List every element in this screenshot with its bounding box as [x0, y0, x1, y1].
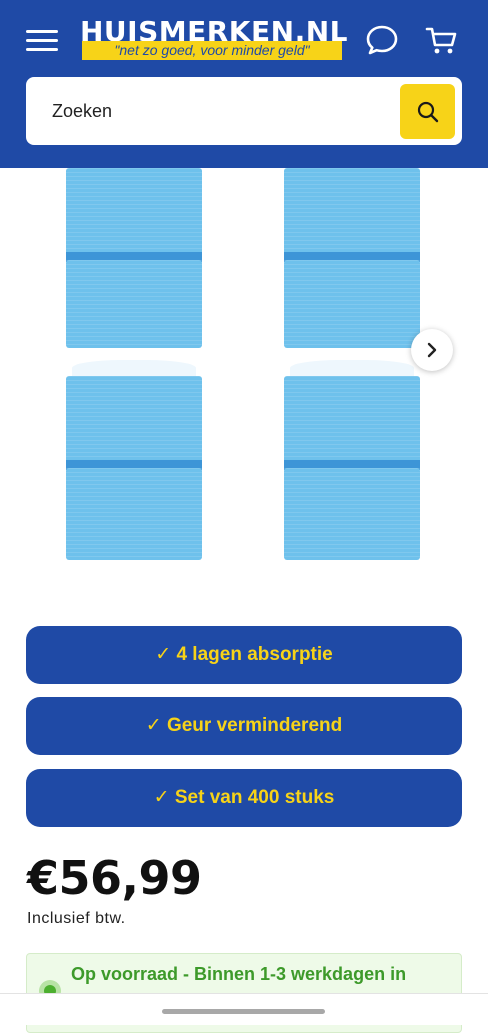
chat-button[interactable]: [364, 22, 400, 58]
search-bar: [26, 77, 462, 145]
home-indicator[interactable]: [162, 1009, 325, 1014]
menu-button[interactable]: [26, 30, 60, 52]
cart-icon: [425, 27, 457, 54]
product-image-pad-stack: [284, 168, 420, 350]
feature-badge: ✓ Set van 400 stuks: [26, 769, 462, 827]
menu-icon: [26, 48, 58, 51]
product-price: €56,99: [27, 851, 202, 905]
search-input[interactable]: [52, 97, 392, 125]
site-logo[interactable]: HUISMERKEN.NL "net zo goed, voor minder …: [80, 17, 347, 63]
product-image-pad-stack: [66, 360, 202, 562]
cart-button[interactable]: [424, 22, 460, 58]
stock-text: Op voorraad - Binnen 1-3 werkdagen in: [71, 964, 407, 984]
chat-icon: [366, 25, 398, 55]
search-button[interactable]: [400, 84, 455, 139]
logo-tagline: "net zo goed, voor minder geld": [82, 41, 342, 60]
site-header: HUISMERKEN.NL "net zo goed, voor minder …: [0, 0, 488, 168]
product-image-pad-stack: [284, 360, 420, 562]
feature-badge: ✓ Geur verminderend: [26, 697, 462, 755]
product-image-gallery[interactable]: [0, 168, 488, 588]
search-icon: [417, 101, 439, 123]
chevron-right-icon: [427, 342, 437, 358]
gallery-next-button[interactable]: [411, 329, 453, 371]
bottom-bar: [0, 993, 488, 1025]
tax-note: Inclusief btw.: [27, 910, 126, 927]
feature-badge: ✓ 4 lagen absorptie: [26, 626, 462, 684]
menu-icon: [26, 39, 58, 42]
menu-icon: [26, 30, 58, 33]
product-image-pad-stack: [66, 168, 202, 350]
